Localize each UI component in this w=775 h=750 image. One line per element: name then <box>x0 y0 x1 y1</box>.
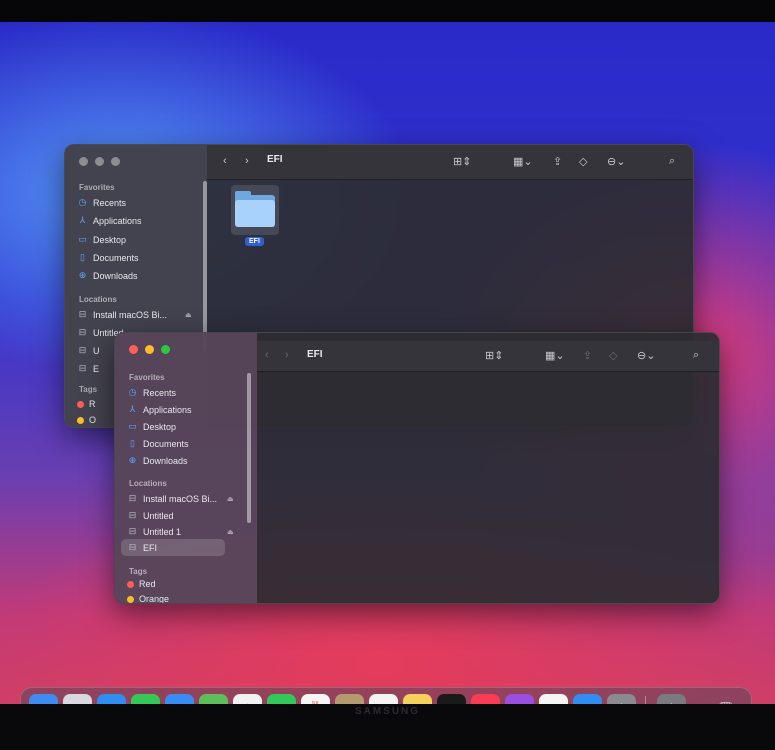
sidebar-item-untitled-1[interactable]: ⊟ U <box>77 345 100 356</box>
icon-view-icon[interactable]: ⊞⇕ <box>453 155 471 168</box>
search-icon[interactable]: ⌕ <box>693 349 699 362</box>
locations-header: Locations <box>129 479 167 488</box>
drive-icon: ⊟ <box>78 363 87 373</box>
sidebar-item-downloads[interactable]: ⊕ Downloads <box>77 270 138 281</box>
sidebar-item-applications[interactable]: ⅄ Applications <box>127 404 192 415</box>
sidebar-item-install-macos[interactable]: ⊟ Install macOS Bi... <box>127 493 217 504</box>
window-title: EFI <box>267 154 283 165</box>
sidebar-scrollbar[interactable] <box>247 373 251 523</box>
forward-chevron-icon[interactable]: › <box>245 155 249 167</box>
tags-header: Tags <box>79 385 98 394</box>
close-button[interactable] <box>79 157 88 166</box>
more-icon[interactable]: ⊖⌄ <box>637 349 655 362</box>
folder-label[interactable]: EFI <box>245 237 264 246</box>
eject-icon[interactable]: ⏏ <box>227 528 234 536</box>
drive-icon: ⊟ <box>128 510 137 520</box>
favorites-header: Favorites <box>129 373 165 382</box>
sidebar-item-recents[interactable]: ◷ Recents <box>77 197 126 208</box>
share-icon[interactable]: ⇪ <box>553 155 562 168</box>
zoom-button[interactable] <box>111 157 120 166</box>
clock-icon: ◷ <box>128 387 137 397</box>
drive-icon: ⊟ <box>128 542 137 552</box>
finder-window-front: Favorites ◷ Recents ⅄ Applications ▭ Deskto… <box>114 332 720 604</box>
sidebar-item-install-macos[interactable]: ⊟ Install macOS Bi... <box>77 309 167 320</box>
sidebar-item-tag-orange[interactable]: O <box>77 415 96 425</box>
more-icon[interactable]: ⊖⌄ <box>607 155 625 168</box>
applications-icon: ⅄ <box>79 215 86 225</box>
download-icon: ⊕ <box>78 270 87 280</box>
search-icon[interactable]: ⌕ <box>669 155 675 168</box>
document-icon: ▯ <box>80 252 85 262</box>
window-controls <box>129 345 170 354</box>
desktop-icon: ▭ <box>78 234 87 244</box>
tags-header: Tags <box>129 567 148 576</box>
toolbar: ‹ › EFI ⊞⇕ ▦⌄ ⇪ ◇ ⊖⌄ ⌕ <box>207 145 693 180</box>
clock-icon: ◷ <box>78 197 87 207</box>
sidebar-item-efi[interactable]: ⊟ EFI <box>121 539 225 556</box>
back-chevron-icon[interactable]: ‹ <box>223 155 227 167</box>
eject-icon[interactable]: ⏏ <box>185 311 192 319</box>
favorites-header: Favorites <box>79 183 115 192</box>
minimize-button[interactable] <box>145 345 154 354</box>
sidebar-item-tag-red[interactable]: Red <box>127 579 156 589</box>
sidebar-item-documents[interactable]: ▯ Documents <box>77 252 139 263</box>
sidebar-item-untitled-1[interactable]: ⊟ Untitled 1 <box>127 526 181 537</box>
eject-icon[interactable]: ⏏ <box>227 495 234 503</box>
drive-icon: ⊟ <box>78 327 87 337</box>
drive-icon: ⊟ <box>128 526 137 536</box>
sidebar-item-desktop[interactable]: ▭ Desktop <box>127 421 176 432</box>
back-chevron-icon[interactable]: ‹ <box>265 349 269 361</box>
locations-header: Locations <box>79 295 117 304</box>
window-controls <box>79 157 120 166</box>
content-area[interactable] <box>257 373 719 603</box>
sidebar-item-recents[interactable]: ◷ Recents <box>127 387 176 398</box>
sidebar-item-untitled[interactable]: ⊟ Untitled <box>127 510 174 521</box>
tag-dot <box>77 400 84 408</box>
sidebar-item-applications[interactable]: ⅄ Applications <box>77 215 142 226</box>
tag-dot <box>127 580 134 588</box>
group-icon[interactable]: ▦⌄ <box>545 349 565 362</box>
desktop: Favorites ◷ Recents ⅄ Applications ▭ Deskto… <box>0 22 775 722</box>
tag-icon[interactable]: ◇ <box>609 349 617 362</box>
tag-dot <box>127 595 134 603</box>
sidebar-item-downloads[interactable]: ⊕ Downloads <box>127 455 188 466</box>
sidebar-item-desktop[interactable]: ▭ Desktop <box>77 234 126 245</box>
sidebar-item-tag-orange[interactable]: Orange <box>127 594 169 603</box>
tag-dot <box>77 416 84 424</box>
drive-icon: ⊟ <box>78 345 87 355</box>
zoom-button[interactable] <box>161 345 170 354</box>
sidebar-item-tag-red[interactable]: R <box>77 399 96 409</box>
sidebar-item-documents[interactable]: ▯ Documents <box>127 438 189 449</box>
icon-view-icon[interactable]: ⊞⇕ <box>485 349 503 362</box>
desktop-icon: ▭ <box>128 421 137 431</box>
drive-icon: ⊟ <box>128 493 137 503</box>
download-icon: ⊕ <box>128 455 137 465</box>
applications-icon: ⅄ <box>129 404 136 414</box>
share-icon[interactable]: ⇪ <box>583 349 592 362</box>
close-button[interactable] <box>129 345 138 354</box>
forward-chevron-icon[interactable]: › <box>285 349 289 361</box>
monitor-bezel-top <box>0 0 775 24</box>
minimize-button[interactable] <box>95 157 104 166</box>
sidebar-scrollbar[interactable] <box>203 181 207 351</box>
document-icon: ▯ <box>130 438 135 448</box>
sidebar-item-efi[interactable]: ⊟ E <box>77 363 99 374</box>
drive-icon: ⊟ <box>78 309 87 319</box>
group-icon[interactable]: ▦⌄ <box>513 155 533 168</box>
monitor-brand-logo: SAMSUNG <box>354 706 421 717</box>
tag-icon[interactable]: ◇ <box>579 155 587 168</box>
toolbar: ‹ › EFI ⊞⇕ ▦⌄ ⇪ ◇ ⊖⌄ ⌕ <box>257 341 719 372</box>
window-title: EFI <box>307 349 323 360</box>
sidebar: Favorites ◷ Recents ⅄ Applications ▭ Deskto… <box>115 333 257 603</box>
